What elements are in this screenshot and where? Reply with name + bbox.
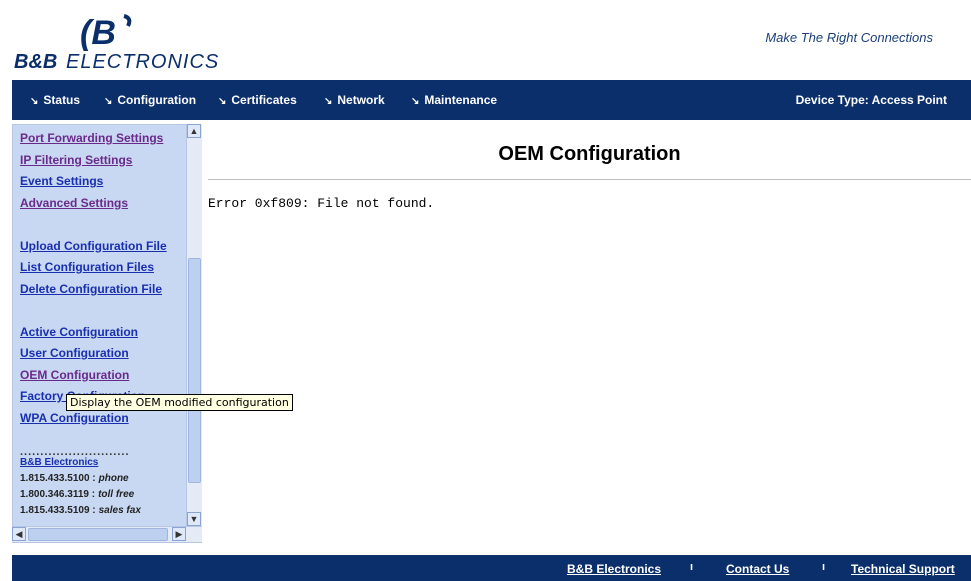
- page-footer: B&B Electronics ı Contact Us ı Technical…: [12, 555, 971, 581]
- sidebar-link-oem-config[interactable]: OEM Configuration: [20, 368, 190, 390]
- nav-configuration[interactable]: ↘ Configuration: [104, 93, 196, 107]
- sidebar-link-port-forwarding[interactable]: Port Forwarding Settings: [20, 131, 190, 153]
- svg-text:(B: (B: [80, 14, 116, 52]
- menu-arrow-icon: ↘: [30, 96, 39, 107]
- sidebar-link-upload-config[interactable]: Upload Configuration File: [20, 239, 190, 261]
- contact-info: ........................... B&B Electron…: [20, 447, 195, 519]
- horizontal-scroll-thumb[interactable]: [28, 528, 168, 541]
- title-divider: [208, 179, 971, 180]
- page-header: (B B&B ELECTRONICS Make The Right Connec…: [0, 0, 971, 80]
- contact-row: 1.800.346.3119 : toll free: [20, 489, 135, 500]
- scroll-up-icon[interactable]: ▲: [187, 124, 201, 138]
- menu-arrow-icon: ↘: [218, 96, 227, 107]
- main-nav: ↘ Status ↘ Configuration ↘ Certificates ↘ Ne…: [12, 80, 971, 120]
- svg-text:B&B: B&B: [14, 51, 57, 73]
- sidebar-link-advanced-settings[interactable]: Advanced Settings: [20, 196, 190, 218]
- sidebar-links: Port Forwarding Settings IP Filtering Se…: [20, 131, 190, 432]
- contact-row: 1.815.433.5100 : phone: [20, 473, 129, 484]
- sidebar-vertical-scrollbar[interactable]: ▲ ▼: [186, 124, 202, 526]
- scroll-down-icon[interactable]: ▼: [187, 512, 201, 526]
- sidebar-link-active-config[interactable]: Active Configuration: [20, 325, 190, 347]
- vertical-scroll-thumb[interactable]: [188, 258, 201, 483]
- menu-arrow-icon: ↘: [104, 96, 113, 107]
- footer-separator: ı: [690, 561, 694, 573]
- sidebar-link-event-settings[interactable]: Event Settings: [20, 174, 190, 196]
- page-title: OEM Configuration: [498, 143, 681, 165]
- error-message: Error 0xf809: File not found.: [208, 196, 435, 211]
- sidebar-link-ip-filtering[interactable]: IP Filtering Settings: [20, 153, 190, 175]
- device-type-label: Device Type: Access Point: [795, 93, 947, 107]
- nav-certificates[interactable]: ↘ Certificates: [218, 93, 297, 107]
- footer-link-contact-us[interactable]: Contact Us: [726, 562, 789, 576]
- contact-company-link[interactable]: B&B Electronics: [20, 457, 195, 468]
- scroll-left-icon[interactable]: ◀: [12, 527, 26, 541]
- sidebar-link-wpa-config[interactable]: WPA Configuration: [20, 411, 190, 433]
- contact-row: 1.815.433.5109 : sales fax: [20, 505, 141, 516]
- footer-link-bb-electronics[interactable]: B&B Electronics: [567, 562, 661, 576]
- dotted-divider: ...........................: [20, 446, 130, 458]
- menu-arrow-icon: ↘: [411, 96, 420, 107]
- bb-electronics-logo: (B B&B ELECTRONICS: [14, 14, 219, 73]
- sidebar-link-list-configs[interactable]: List Configuration Files: [20, 260, 190, 282]
- sidebar-link-user-config[interactable]: User Configuration: [20, 346, 190, 368]
- sidebar-horizontal-scrollbar[interactable]: ◀ ▶: [12, 526, 202, 542]
- svg-text:ELECTRONICS: ELECTRONICS: [66, 51, 219, 73]
- scroll-right-icon[interactable]: ▶: [172, 527, 186, 541]
- nav-maintenance[interactable]: ↘ Maintenance: [411, 93, 497, 107]
- menu-arrow-icon: ↘: [324, 96, 333, 107]
- footer-separator: ı: [822, 561, 826, 573]
- sidebar: Port Forwarding Settings IP Filtering Se…: [12, 124, 202, 543]
- nav-status[interactable]: ↘ Status: [30, 93, 80, 107]
- tagline: Make The Right Connections: [765, 30, 933, 45]
- sidebar-link-delete-config[interactable]: Delete Configuration File: [20, 282, 190, 304]
- nav-network[interactable]: ↘ Network: [324, 93, 385, 107]
- footer-link-technical-support[interactable]: Technical Support: [851, 562, 955, 576]
- tooltip: Display the OEM modified configuration: [66, 394, 293, 411]
